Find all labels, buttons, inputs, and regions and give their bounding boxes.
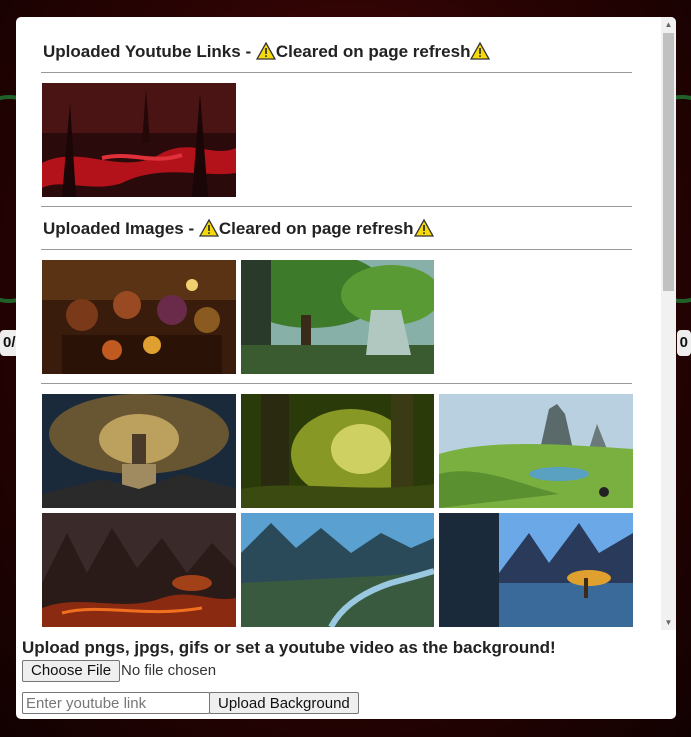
- images-warning-text: Cleared on page refresh: [218, 219, 414, 238]
- divider: [41, 206, 632, 207]
- choose-file-button[interactable]: Choose File: [22, 660, 121, 682]
- no-file-chosen-label: No file chosen: [121, 662, 217, 679]
- scrollbar-thumb[interactable]: [663, 33, 674, 291]
- gallery-image-sunset-cave-lake[interactable]: [439, 513, 633, 627]
- warning-icon: [470, 41, 491, 65]
- uploaded-image-tavern-party[interactable]: [42, 260, 236, 374]
- warning-icon: [198, 218, 219, 242]
- divider: [41, 249, 632, 250]
- upload-background-button[interactable]: Upload Background: [209, 692, 359, 714]
- youtube-thumb-red-swamp[interactable]: [42, 83, 236, 197]
- upload-instructions: Upload pngs, jpgs, gifs or set a youtube…: [22, 638, 556, 657]
- youtube-warning-text: Cleared on page refresh: [275, 42, 471, 61]
- scroll-down-icon[interactable]: ▼: [661, 615, 676, 630]
- youtube-link-input[interactable]: [22, 692, 210, 714]
- gallery-image-mossy-forest[interactable]: [241, 394, 434, 508]
- divider: [41, 72, 632, 73]
- background-picker-modal: Uploaded Youtube Links - Cleared on page…: [16, 17, 676, 719]
- uploaded-image-green-forest-cliffs[interactable]: [241, 260, 434, 374]
- warning-icon: [255, 41, 276, 65]
- images-section-label: Uploaded Images -: [43, 219, 199, 238]
- gallery-image-world-tree[interactable]: [42, 394, 236, 508]
- gallery-image-volcanic-mountains[interactable]: [42, 513, 236, 627]
- modal-scroll-area[interactable]: Uploaded Youtube Links - Cleared on page…: [16, 17, 661, 630]
- images-section-title: Uploaded Images - Cleared on page refres…: [43, 218, 434, 242]
- youtube-section-title: Uploaded Youtube Links - Cleared on page…: [43, 41, 491, 65]
- gallery-image-green-valley[interactable]: [439, 394, 633, 508]
- youtube-section-label: Uploaded Youtube Links -: [43, 42, 256, 61]
- background-counter-right: 0: [676, 330, 691, 356]
- divider: [41, 383, 632, 384]
- modal-scrollbar[interactable]: ▲ ▼: [661, 17, 676, 630]
- warning-icon: [413, 218, 434, 242]
- gallery-image-blue-canyon-river[interactable]: [241, 513, 434, 627]
- scroll-up-icon[interactable]: ▲: [661, 17, 676, 32]
